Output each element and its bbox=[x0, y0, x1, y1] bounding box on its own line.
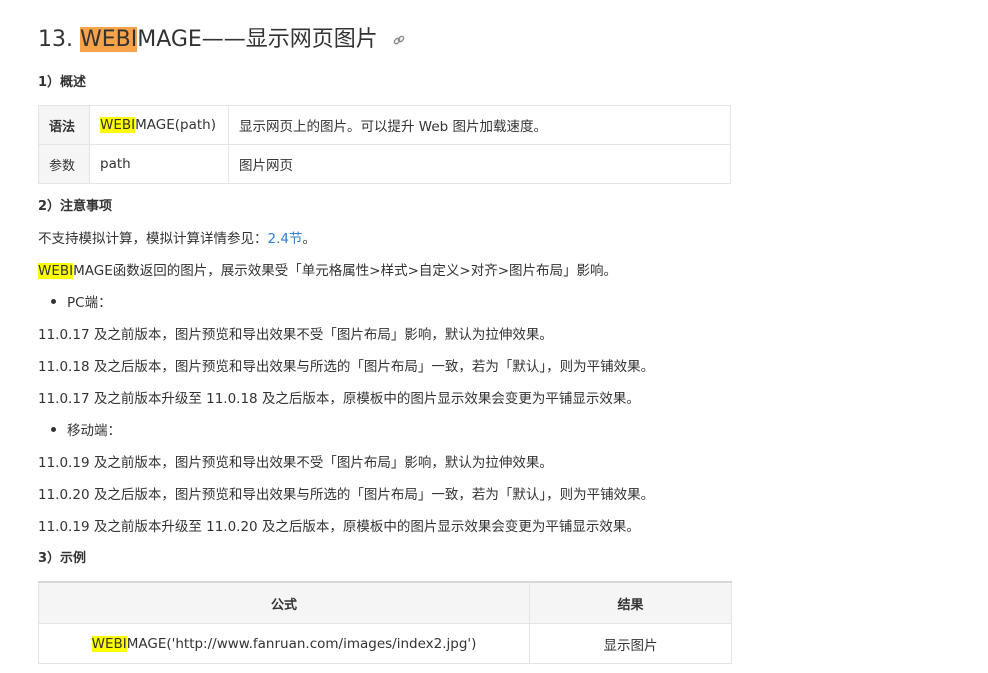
table-row: 语法 WEBIMAGE(path) 显示网页上的图片。可以提升 Web 图片加载… bbox=[38, 105, 731, 145]
section-link[interactable]: 2.4节 bbox=[268, 231, 303, 247]
section-notes-heading: 2）注意事项 bbox=[38, 199, 113, 214]
example-formula: WEBIMAGE('http://www.fanruan.com/images/… bbox=[38, 623, 530, 664]
code-rest: MAGE(path) bbox=[135, 117, 216, 133]
note-webimage: WEBIMAGE函数返回的图片，展示效果受「单元格属性>样式>自定义>对齐>图片… bbox=[38, 262, 617, 280]
table-header-row: 公式 结果 bbox=[38, 582, 732, 624]
title-highlight: WEBI bbox=[79, 27, 138, 52]
syntax-code: WEBIMAGE(path) bbox=[89, 105, 229, 145]
pc-line: 11.0.17 及之前版本升级至 11.0.18 及之后版本，原模板中的图片显示… bbox=[38, 391, 640, 407]
syntax-desc: 显示网页上的图片。可以提升 Web 图片加载速度。 bbox=[228, 105, 731, 145]
mobile-line: 11.0.20 及之后版本，图片预览和导出效果与所选的「图片布局」一致，若为「默… bbox=[38, 487, 655, 503]
note-highlight: WEBI bbox=[38, 263, 74, 279]
syntax-table: 语法 WEBIMAGE(path) 显示网页上的图片。可以提升 Web 图片加载… bbox=[38, 105, 731, 184]
table-row: WEBIMAGE('http://www.fanruan.com/images/… bbox=[38, 623, 732, 664]
note-rest: MAGE函数返回的图片，展示效果受「单元格属性>样式>自定义>对齐>图片布局」影… bbox=[73, 263, 618, 279]
param-desc: 图片网页 bbox=[228, 144, 731, 184]
header-formula: 公式 bbox=[38, 582, 530, 624]
bullet-pc: PC端： bbox=[51, 294, 112, 312]
param-key: 参数 bbox=[38, 144, 90, 184]
mobile-line: 11.0.19 及之前版本，图片预览和导出效果不受「图片布局」影响，默认为拉伸效… bbox=[38, 455, 553, 471]
example-table: 公式 结果 WEBIMAGE('http://www.fanruan.com/i… bbox=[38, 581, 732, 664]
mobile-line: 11.0.19 及之前版本升级至 11.0.20 及之后版本，原模板中的图片显示… bbox=[38, 519, 640, 535]
formula-highlight: WEBI bbox=[91, 635, 127, 652]
title-number: 13. bbox=[38, 27, 80, 52]
title-text: MAGE——显示网页图片 bbox=[137, 27, 378, 52]
formula-rest: MAGE('http://www.fanruan.com/images/inde… bbox=[126, 635, 477, 652]
param-code: path bbox=[89, 144, 229, 184]
section-example-heading: 3）示例 bbox=[38, 551, 87, 566]
note-simulation: 不支持模拟计算，模拟计算详情参见：2.4节。 bbox=[38, 230, 316, 248]
page-title: 13. WEBIMAGE——显示网页图片 bbox=[38, 24, 405, 56]
pc-line: 11.0.18 及之后版本，图片预览和导出效果与所选的「图片布局」一致，若为「默… bbox=[38, 359, 655, 375]
bullet-mobile: 移动端： bbox=[51, 422, 121, 440]
anchor-link-icon[interactable] bbox=[393, 24, 405, 56]
note-text: 不支持模拟计算，模拟计算详情参见： bbox=[38, 231, 268, 247]
section-overview-heading: 1）概述 bbox=[38, 75, 87, 90]
example-result: 显示图片 bbox=[529, 623, 732, 664]
header-result: 结果 bbox=[529, 582, 732, 624]
code-highlight: WEBI bbox=[100, 117, 136, 133]
pc-line: 11.0.17 及之前版本，图片预览和导出效果不受「图片布局」影响，默认为拉伸效… bbox=[38, 327, 553, 343]
syntax-key: 语法 bbox=[38, 105, 90, 145]
table-row: 参数 path 图片网页 bbox=[38, 144, 731, 184]
note-end: 。 bbox=[302, 231, 316, 247]
